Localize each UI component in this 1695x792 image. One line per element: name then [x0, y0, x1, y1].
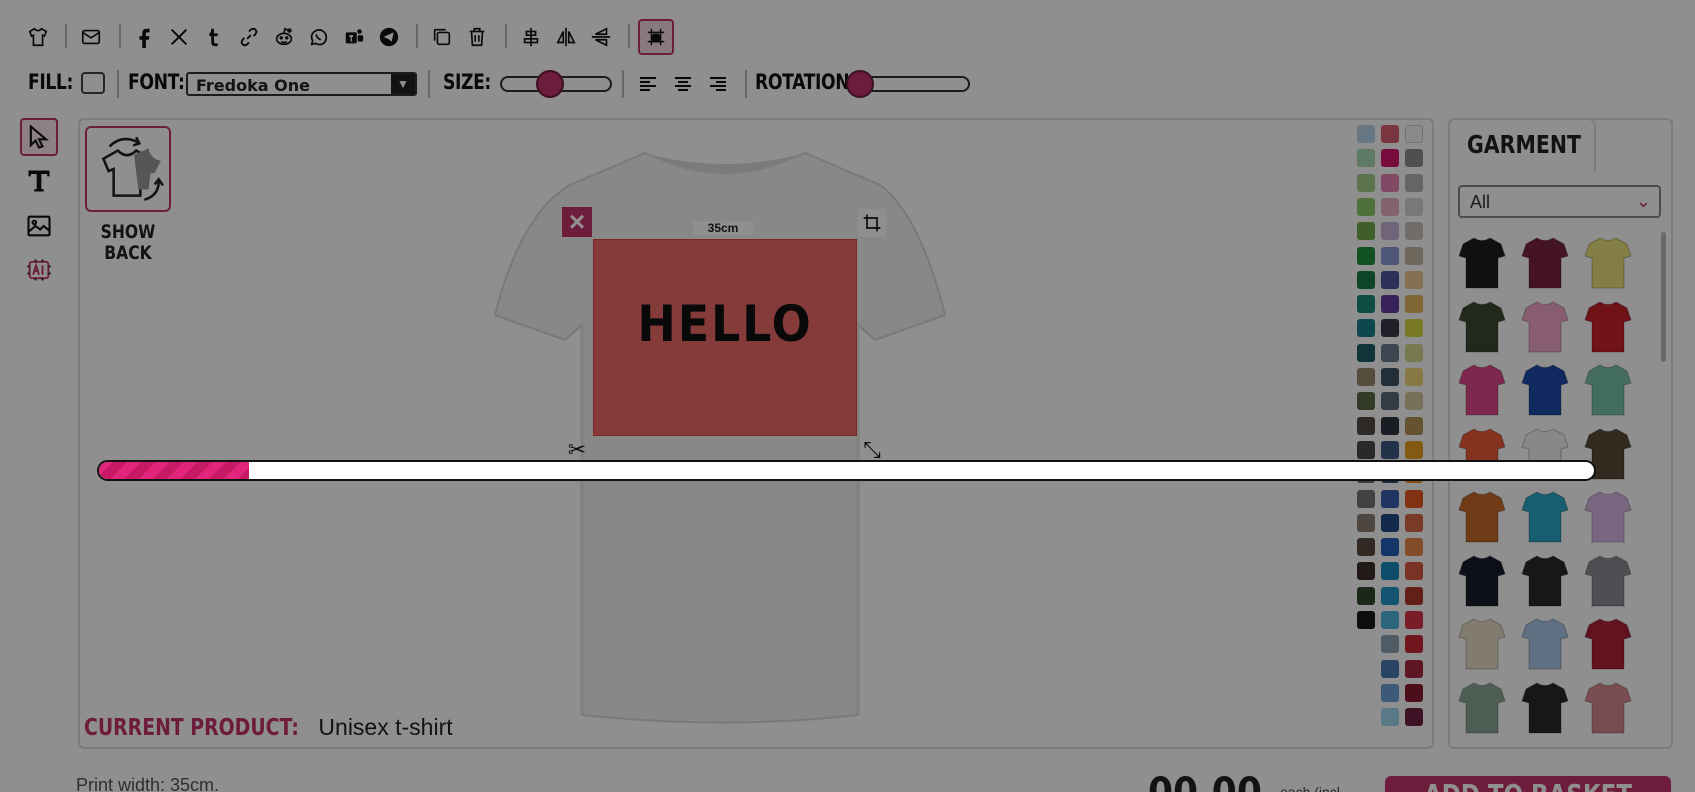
app-root: FILL: FONT: Fredoka One ▼ SIZE: ROTATION… [0, 0, 1695, 792]
loading-progress-bar [97, 460, 1596, 481]
loading-progress-fill [99, 462, 249, 479]
loading-overlay [0, 0, 1695, 792]
